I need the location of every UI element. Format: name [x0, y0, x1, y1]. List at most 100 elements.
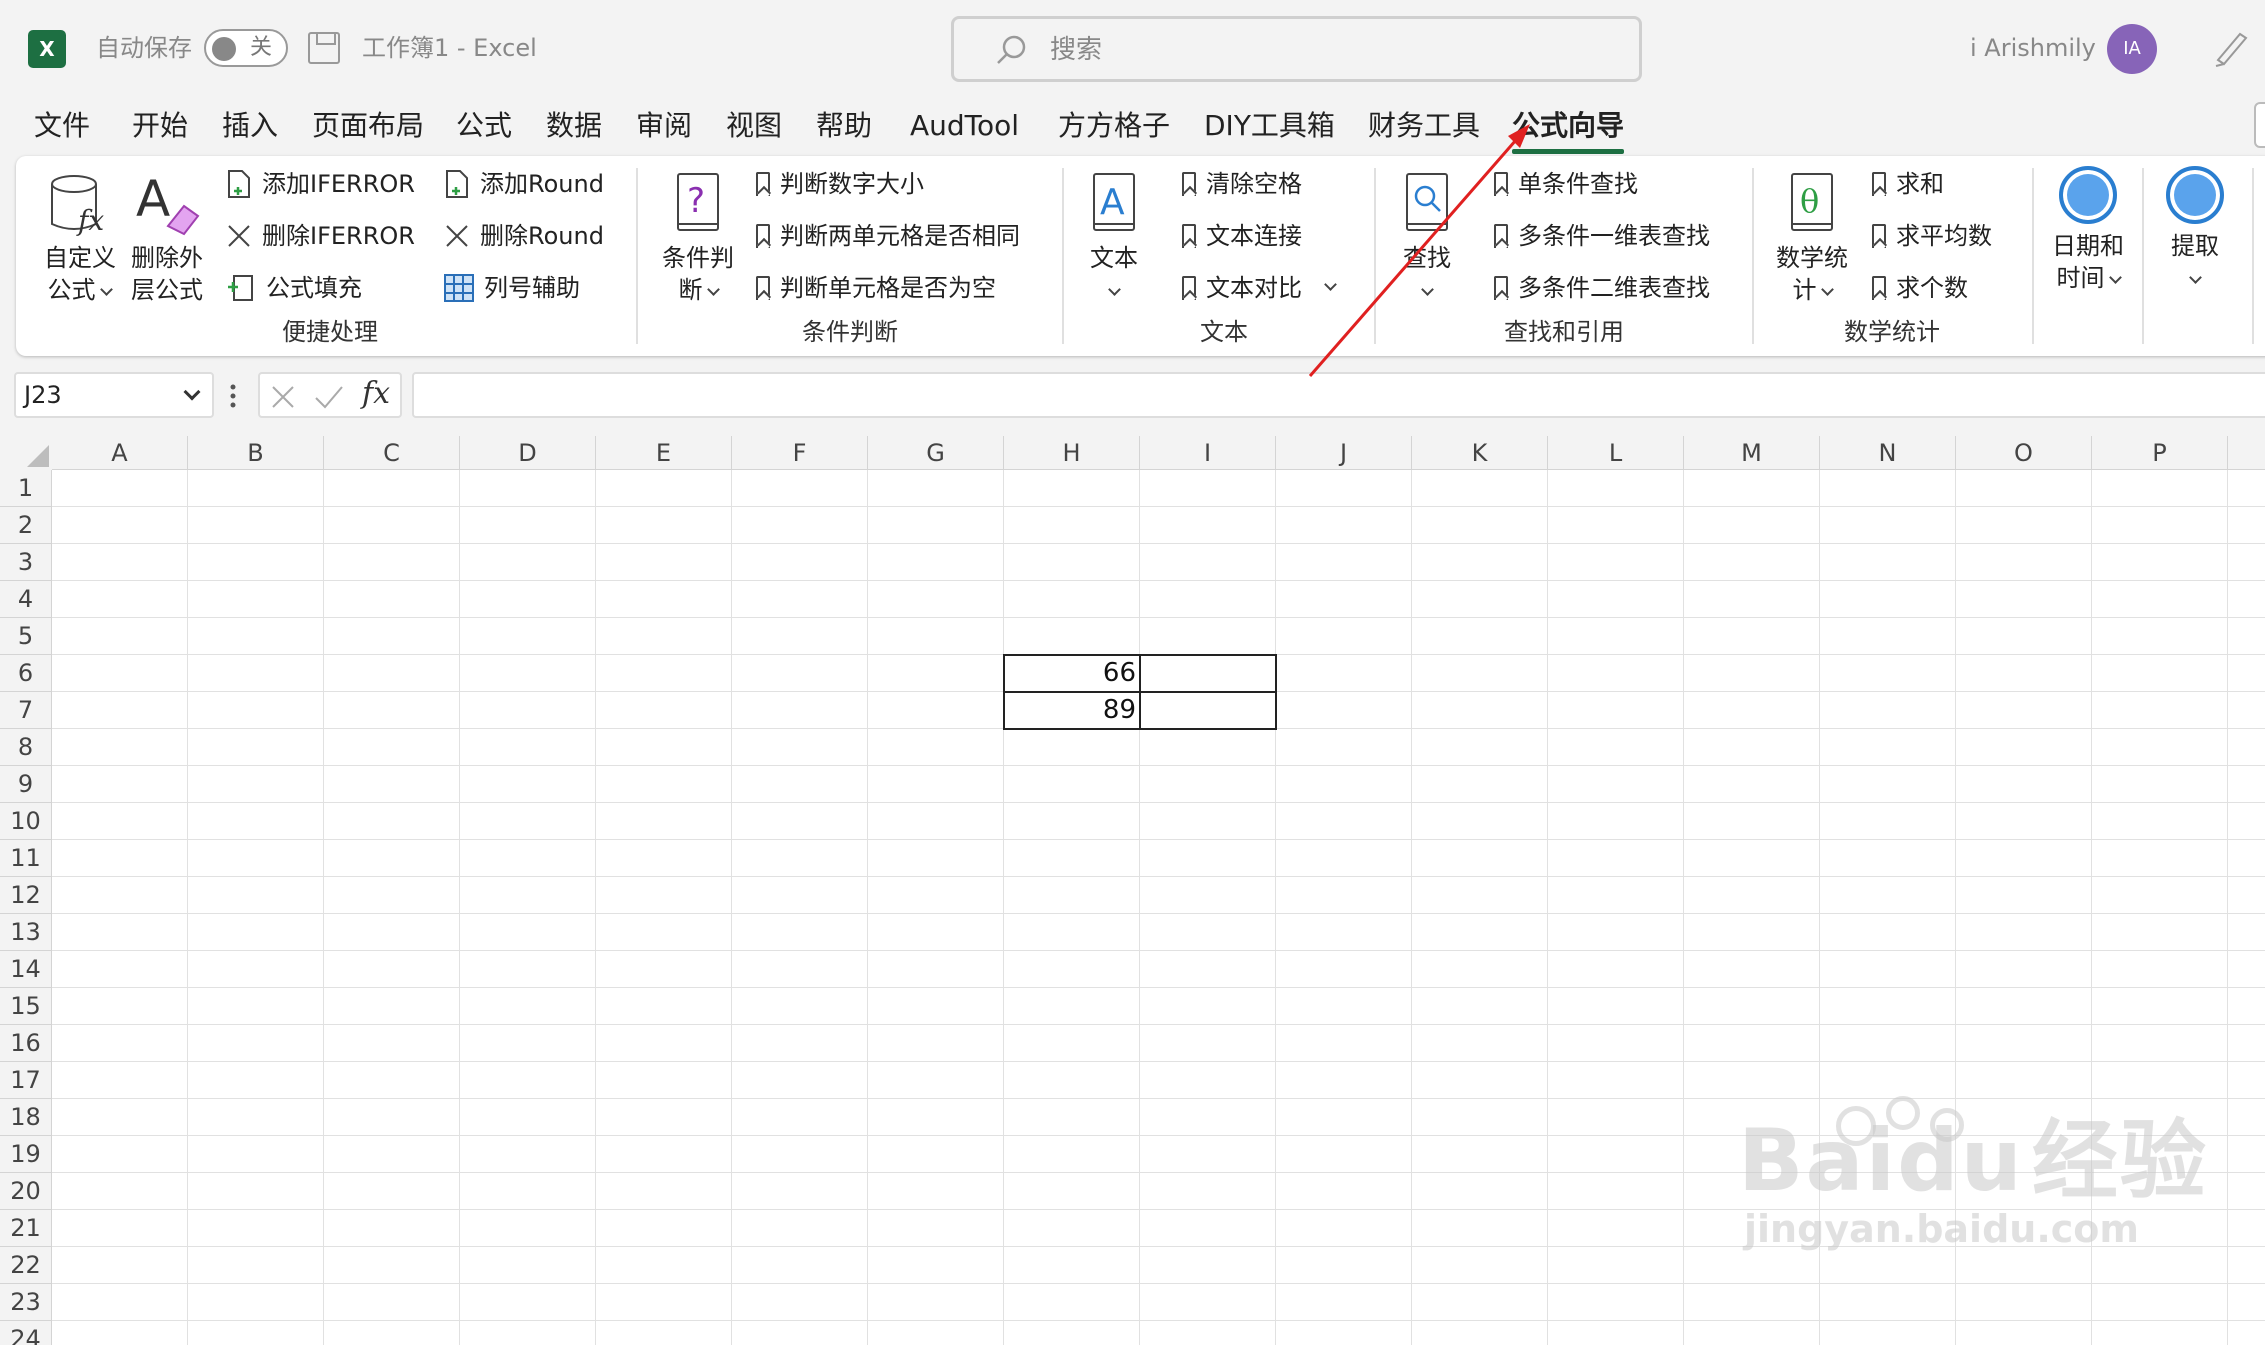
bookmark-icon: [756, 172, 770, 196]
formula-fill-button[interactable]: 公式填充: [226, 272, 362, 304]
tab-9[interactable]: AudTool: [910, 106, 1019, 146]
tab-7[interactable]: 视图: [726, 106, 782, 146]
tab-1[interactable]: 开始: [132, 106, 188, 146]
column-header-O[interactable]: O: [1956, 436, 2092, 470]
tab-edge-handle[interactable]: [2254, 102, 2265, 148]
row-header-1[interactable]: 1: [0, 470, 52, 507]
datetime-button[interactable]: 日期和 时间: [2050, 166, 2126, 294]
row-header-5[interactable]: 5: [0, 618, 52, 655]
tab-10[interactable]: 方方格子: [1058, 106, 1170, 146]
row-header-2[interactable]: 2: [0, 507, 52, 544]
search-box[interactable]: 搜索: [951, 16, 1642, 82]
condition-judge-button[interactable]: ? 条件判 断: [658, 172, 738, 306]
column-header-B[interactable]: B: [188, 436, 324, 470]
tab-3[interactable]: 页面布局: [312, 106, 424, 146]
tab-12[interactable]: 财务工具: [1368, 106, 1480, 146]
avatar[interactable]: IA: [2107, 24, 2157, 74]
extract-button[interactable]: 提取: [2162, 166, 2228, 294]
row-header-11[interactable]: 11: [0, 840, 52, 877]
text-compare-button[interactable]: 文本对比: [1182, 272, 1337, 304]
column-header-C[interactable]: C: [324, 436, 460, 470]
math-stat-button[interactable]: θ 数学统 计: [1772, 172, 1852, 306]
tab-5[interactable]: 数据: [546, 106, 602, 146]
row-header-22[interactable]: 22: [0, 1247, 52, 1284]
delete-round-button[interactable]: 删除Round: [444, 220, 604, 252]
single-condition-find-button[interactable]: 单条件查找: [1494, 168, 1638, 200]
sum-button[interactable]: 求和: [1872, 168, 1944, 200]
tab-11[interactable]: DIY工具箱: [1204, 106, 1335, 146]
clear-spaces-label: 清除空格: [1206, 170, 1302, 198]
tab-13[interactable]: 公式向导: [1512, 106, 1625, 154]
group-separator: [2252, 168, 2254, 344]
chevron-down-icon[interactable]: [183, 383, 201, 401]
row-header-17[interactable]: 17: [0, 1062, 52, 1099]
name-box[interactable]: J23: [14, 372, 214, 418]
cancel-icon[interactable]: [270, 384, 296, 410]
row-header-10[interactable]: 10: [0, 803, 52, 840]
pen-icon[interactable]: [2210, 26, 2250, 68]
insert-function-icon[interactable]: fx: [362, 376, 390, 411]
row-header-13[interactable]: 13: [0, 914, 52, 951]
column-header-extra[interactable]: [2228, 436, 2265, 470]
judge-cell-empty-button[interactable]: 判断单元格是否为空: [756, 272, 996, 304]
count-button[interactable]: 求个数: [1872, 272, 1968, 304]
user-name[interactable]: i Arishmily: [1970, 30, 2096, 66]
row-header-21[interactable]: 21: [0, 1210, 52, 1247]
average-button[interactable]: 求平均数: [1872, 220, 1992, 252]
delete-iferror-button[interactable]: 删除IFERROR: [226, 220, 415, 252]
row-header-7[interactable]: 7: [0, 692, 52, 729]
row-header-24[interactable]: 24: [0, 1321, 52, 1345]
multi-1d-find-button[interactable]: 多条件一维表查找: [1494, 220, 1710, 252]
row-header-6[interactable]: 6: [0, 655, 52, 692]
row-header-18[interactable]: 18: [0, 1099, 52, 1136]
column-header-N[interactable]: N: [1820, 436, 1956, 470]
column-header-I[interactable]: I: [1140, 436, 1276, 470]
column-helper-button[interactable]: 列号辅助: [444, 272, 580, 304]
column-header-M[interactable]: M: [1684, 436, 1820, 470]
judge-number-size-button[interactable]: 判断数字大小: [756, 168, 924, 200]
row-header-16[interactable]: 16: [0, 1025, 52, 1062]
column-header-K[interactable]: K: [1412, 436, 1548, 470]
row-header-8[interactable]: 8: [0, 729, 52, 766]
add-iferror-button[interactable]: 添加IFERROR: [226, 168, 415, 200]
save-icon[interactable]: [308, 32, 340, 64]
row-header-12[interactable]: 12: [0, 877, 52, 914]
text-join-button[interactable]: 文本连接: [1182, 220, 1302, 252]
row-header-15[interactable]: 15: [0, 988, 52, 1025]
tab-0[interactable]: 文件: [34, 106, 90, 146]
custom-formula-button[interactable]: fx 自定义 公式: [44, 172, 116, 306]
text-button[interactable]: A 文本: [1084, 172, 1144, 306]
column-header-H[interactable]: H: [1004, 436, 1140, 470]
enter-check-icon[interactable]: [314, 384, 344, 410]
formula-input[interactable]: [412, 372, 2265, 418]
multi-2d-find-button[interactable]: 多条件二维表查找: [1494, 272, 1710, 304]
find-button[interactable]: 查找: [1396, 172, 1458, 306]
tab-8[interactable]: 帮助: [816, 106, 872, 146]
add-round-button[interactable]: 添加Round: [444, 168, 604, 200]
column-header-L[interactable]: L: [1548, 436, 1684, 470]
more-dots-icon[interactable]: [228, 382, 238, 410]
tab-2[interactable]: 插入: [222, 106, 278, 146]
column-header-D[interactable]: D: [460, 436, 596, 470]
row-header-19[interactable]: 19: [0, 1136, 52, 1173]
judge-two-cells-same-button[interactable]: 判断两单元格是否相同: [756, 220, 1020, 252]
row-header-3[interactable]: 3: [0, 544, 52, 581]
column-header-F[interactable]: F: [732, 436, 868, 470]
row-header-14[interactable]: 14: [0, 951, 52, 988]
column-header-A[interactable]: A: [52, 436, 188, 470]
row-header-23[interactable]: 23: [0, 1284, 52, 1321]
select-all-corner[interactable]: [0, 436, 52, 470]
autosave-toggle[interactable]: 关: [204, 29, 288, 67]
column-header-G[interactable]: G: [868, 436, 1004, 470]
clear-spaces-button[interactable]: 清除空格: [1182, 168, 1302, 200]
row-header-4[interactable]: 4: [0, 581, 52, 618]
row-header-20[interactable]: 20: [0, 1173, 52, 1210]
delete-outer-formula-button[interactable]: A 删除外 层公式: [130, 172, 204, 306]
group-label-math: 数学统计: [1844, 318, 1940, 346]
column-header-J[interactable]: J: [1276, 436, 1412, 470]
tab-6[interactable]: 审阅: [636, 106, 692, 146]
row-header-9[interactable]: 9: [0, 766, 52, 803]
column-header-P[interactable]: P: [2092, 436, 2228, 470]
tab-4[interactable]: 公式: [456, 106, 512, 146]
column-header-E[interactable]: E: [596, 436, 732, 470]
